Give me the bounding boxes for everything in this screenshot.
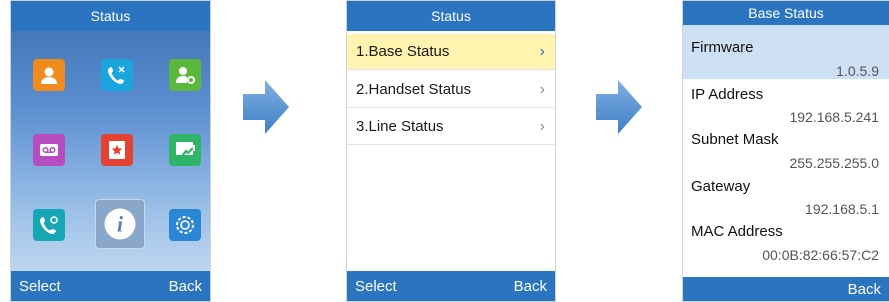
- menu-item-line-status[interactable]: 3.Line Status ›: [347, 109, 555, 145]
- back-softkey[interactable]: Back: [848, 281, 881, 298]
- select-softkey[interactable]: Select: [355, 278, 397, 295]
- softkey-bar: Select Back: [347, 271, 555, 301]
- screen-title: Status: [431, 8, 471, 24]
- screen-title: Base Status: [748, 5, 824, 21]
- softkey-bar: Select Back: [11, 271, 210, 301]
- menu-item-label: 1.Base Status: [356, 43, 450, 60]
- favorites-icon[interactable]: [101, 134, 133, 166]
- title-bar: Status: [347, 1, 555, 31]
- status-info-icon[interactable]: i: [95, 199, 145, 249]
- title-bar: Status: [11, 1, 210, 31]
- status-menu-screen: Status 1.Base Status › 2.Handset Status …: [346, 0, 556, 302]
- chevron-right-icon: ›: [539, 80, 545, 98]
- ip-address-value: 192.168.5.241: [789, 109, 879, 125]
- forward-icon[interactable]: [169, 134, 201, 166]
- menu-item-label: 3.Line Status: [356, 118, 444, 135]
- screen-title: Status: [90, 8, 131, 24]
- svg-text:i: i: [117, 213, 123, 237]
- menu-item-label: 2.Handset Status: [356, 81, 472, 98]
- title-bar: Base Status: [683, 1, 889, 25]
- mac-address-value: 00:0B:82:66:57:C2: [762, 247, 879, 263]
- chevron-right-icon: ›: [539, 117, 545, 135]
- arrow-right-icon: [243, 80, 289, 134]
- firmware-label: Firmware: [691, 39, 754, 56]
- main-menu-screen: Status i Select Back: [10, 0, 211, 302]
- voicemail-icon[interactable]: [33, 134, 65, 166]
- softkey-bar: Back: [683, 277, 889, 301]
- gateway-value: 192.168.5.1: [805, 201, 879, 217]
- settings-user-icon[interactable]: [169, 59, 201, 91]
- contacts-icon[interactable]: [33, 59, 65, 91]
- back-softkey[interactable]: Back: [514, 278, 547, 295]
- gateway-label: Gateway: [691, 178, 751, 195]
- menu-item-base-status[interactable]: 1.Base Status ›: [347, 34, 555, 70]
- call-history-icon[interactable]: [101, 59, 133, 91]
- back-softkey[interactable]: Back: [169, 278, 202, 295]
- ip-address-label: IP Address: [691, 86, 764, 103]
- chevron-right-icon: ›: [539, 42, 545, 60]
- select-softkey[interactable]: Select: [19, 278, 61, 295]
- menu-item-handset-status[interactable]: 2.Handset Status ›: [347, 72, 555, 108]
- subnet-mask-value: 255.255.255.0: [789, 155, 879, 171]
- base-status-screen: Base Status Firmware 1.0.5.9 IP Address …: [682, 0, 889, 302]
- subnet-mask-label: Subnet Mask: [691, 131, 779, 148]
- arrow-right-icon: [596, 80, 642, 134]
- firmware-value: 1.0.5.9: [836, 63, 879, 79]
- call-settings-icon[interactable]: [33, 209, 65, 241]
- system-settings-icon[interactable]: [169, 209, 201, 241]
- mac-address-label: MAC Address: [691, 223, 783, 240]
